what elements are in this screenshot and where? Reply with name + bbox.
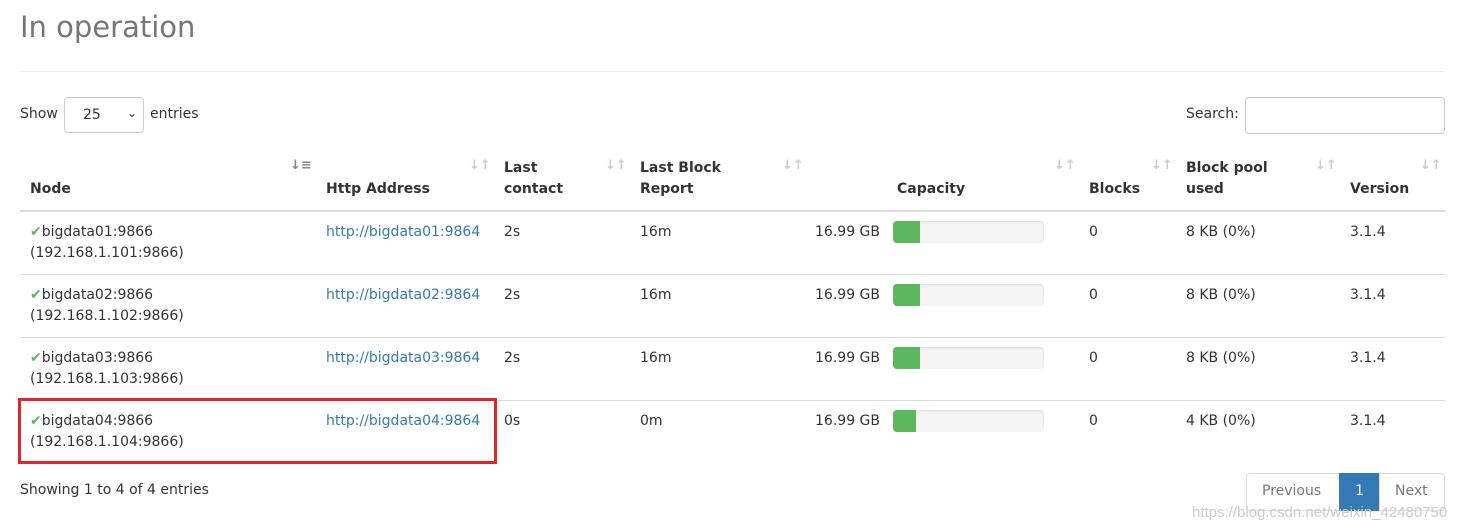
sort-icon[interactable]: ↓↑ bbox=[605, 158, 627, 173]
check-icon: ✔ bbox=[30, 350, 42, 366]
highlight-box bbox=[18, 398, 497, 464]
node-ip: (192.168.1.101:9866) bbox=[30, 245, 184, 261]
row-divider bbox=[20, 337, 1445, 338]
capacity-fill bbox=[893, 284, 921, 306]
node-name: bigdata01:9866 bbox=[41, 224, 154, 240]
sort-icon[interactable]: ↓↑ bbox=[1151, 158, 1173, 173]
capacity-bar bbox=[893, 284, 1044, 306]
header-block-pool-used[interactable]: Block pool used bbox=[1186, 158, 1268, 200]
last-block-report: 16m bbox=[640, 287, 672, 303]
version: 3.1.4 bbox=[1350, 224, 1386, 240]
entries-label: entries bbox=[150, 106, 199, 122]
node-ip: (192.168.1.103:9866) bbox=[30, 371, 184, 387]
last-contact: 2s bbox=[504, 287, 521, 303]
sort-icon[interactable]: ↓↑ bbox=[1054, 158, 1076, 173]
check-icon: ✔ bbox=[30, 287, 42, 303]
page-title: In operation bbox=[20, 10, 196, 44]
header-node[interactable]: Node bbox=[30, 179, 71, 200]
table-info: Showing 1 to 4 of 4 entries bbox=[20, 482, 209, 498]
sort-icon[interactable]: ↓↑ bbox=[469, 158, 491, 173]
blocks: 0 bbox=[1089, 224, 1098, 240]
header-last-block-report[interactable]: Last Block Report bbox=[640, 158, 721, 200]
block-pool-used: 8 KB (0%) bbox=[1186, 224, 1256, 240]
header-capacity[interactable]: Capacity bbox=[897, 179, 965, 200]
entries-value: 25 bbox=[83, 107, 101, 123]
block-pool-used: 8 KB (0%) bbox=[1186, 350, 1256, 366]
last-contact: 2s bbox=[504, 224, 521, 240]
header-version[interactable]: Version bbox=[1350, 179, 1409, 200]
block-pool-used: 8 KB (0%) bbox=[1186, 287, 1256, 303]
watermark: https://blog.csdn.net/weixin_42480750 bbox=[1192, 504, 1448, 521]
header-blocks[interactable]: Blocks bbox=[1089, 179, 1140, 200]
block-pool-used: 4 KB (0%) bbox=[1186, 413, 1256, 429]
http-address-link[interactable]: http://bigdata03:9864 bbox=[326, 348, 480, 369]
http-address-link[interactable]: http://bigdata01:9864 bbox=[326, 222, 480, 243]
row-divider bbox=[20, 274, 1445, 275]
capacity-fill bbox=[893, 347, 921, 369]
sort-icon[interactable]: ↓↑ bbox=[1315, 158, 1337, 173]
header-divider bbox=[20, 210, 1445, 212]
divider bbox=[20, 71, 1445, 72]
last-block-report: 16m bbox=[640, 224, 672, 240]
sort-icon[interactable]: ↓↑ bbox=[782, 158, 804, 173]
blocks: 0 bbox=[1089, 413, 1098, 429]
entries-select[interactable]: 25 ⌄ bbox=[64, 97, 144, 133]
capacity-value: 16.99 GB bbox=[815, 413, 880, 429]
capacity-value: 16.99 GB bbox=[815, 287, 880, 303]
capacity-fill bbox=[893, 410, 916, 432]
capacity-value: 16.99 GB bbox=[815, 224, 880, 240]
capacity-fill bbox=[893, 221, 921, 243]
capacity-bar bbox=[893, 221, 1044, 243]
show-label: Show bbox=[20, 106, 58, 122]
capacity-bar bbox=[893, 410, 1044, 432]
header-last-contact[interactable]: Last contact bbox=[504, 158, 563, 200]
last-contact: 2s bbox=[504, 350, 521, 366]
capacity-bar bbox=[893, 347, 1044, 369]
node-name: bigdata02:9866 bbox=[41, 287, 154, 303]
sort-icon[interactable]: ↓↑ bbox=[1420, 158, 1442, 173]
check-icon: ✔ bbox=[30, 224, 42, 240]
version: 3.1.4 bbox=[1350, 287, 1386, 303]
header-http-address[interactable]: Http Address bbox=[326, 179, 430, 200]
capacity-value: 16.99 GB bbox=[815, 350, 880, 366]
http-address-link[interactable]: http://bigdata02:9864 bbox=[326, 285, 480, 306]
last-contact: 0s bbox=[504, 413, 521, 429]
node-ip: (192.168.1.102:9866) bbox=[30, 308, 184, 324]
search-input[interactable] bbox=[1245, 97, 1445, 134]
chevron-down-icon: ⌄ bbox=[126, 106, 137, 120]
last-block-report: 0m bbox=[640, 413, 663, 429]
search-label: Search: bbox=[1186, 106, 1239, 122]
version: 3.1.4 bbox=[1350, 350, 1386, 366]
version: 3.1.4 bbox=[1350, 413, 1386, 429]
node-name: bigdata03:9866 bbox=[41, 350, 154, 366]
sort-asc-icon[interactable]: ↓≡ bbox=[290, 158, 312, 173]
blocks: 0 bbox=[1089, 287, 1098, 303]
blocks: 0 bbox=[1089, 350, 1098, 366]
last-block-report: 16m bbox=[640, 350, 672, 366]
